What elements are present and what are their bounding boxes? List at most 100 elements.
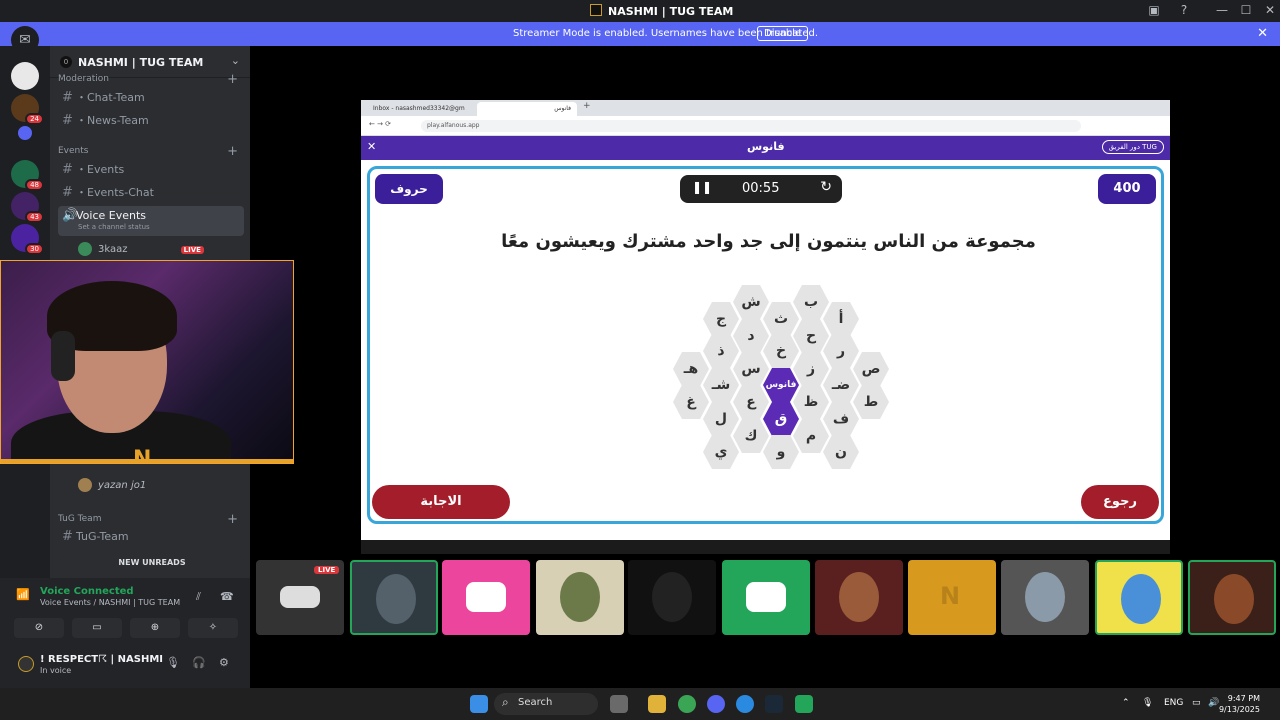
back-button[interactable]: رجوع <box>1081 485 1159 519</box>
hex-cell[interactable]: ف <box>823 402 859 436</box>
hex-cell[interactable]: م <box>793 419 829 453</box>
add-channel-icon[interactable]: + <box>227 72 238 87</box>
hex-cell[interactable]: هـ <box>673 352 709 386</box>
screen-share-button[interactable]: ▭ <box>72 618 122 638</box>
avatar[interactable] <box>18 656 34 672</box>
chrome-icon[interactable] <box>678 695 696 713</box>
network-icon[interactable]: ▭ <box>1192 698 1201 708</box>
participant-tile[interactable] <box>1188 560 1276 635</box>
hex-cell[interactable]: شـ <box>703 368 739 402</box>
voice-location[interactable]: Voice Events / NASHMI | TUG TEAM <box>40 598 180 607</box>
maximize-button[interactable]: ☐ <box>1236 3 1256 17</box>
hex-cell[interactable]: غ <box>673 385 709 419</box>
hex-cell[interactable]: ل <box>703 402 739 436</box>
channel-events-chat[interactable]: # ・Events-Chat <box>58 183 244 203</box>
camera-button[interactable]: ⊘ <box>14 618 64 638</box>
username[interactable]: ! RESPECT☈ | NASHMI <box>40 654 163 665</box>
add-channel-icon[interactable]: + <box>227 144 238 159</box>
hex-cell[interactable]: فانوس <box>763 368 799 402</box>
folder-icon[interactable] <box>18 126 32 140</box>
channel-tug-team[interactable]: # TuG-Team <box>58 527 244 547</box>
signal-icon[interactable]: 📶 <box>16 588 30 601</box>
minimize-button[interactable]: — <box>1212 3 1232 17</box>
hex-cell[interactable]: س <box>733 352 769 386</box>
disconnect-icon[interactable]: ☎ <box>220 590 234 603</box>
answer-button[interactable]: الاجابة <box>372 485 510 519</box>
hex-cell[interactable]: ث <box>763 302 799 336</box>
hex-cell[interactable]: ك <box>733 419 769 453</box>
hex-cell[interactable]: ن <box>823 435 859 469</box>
participant-tile[interactable] <box>536 560 624 635</box>
participant-tile[interactable] <box>350 560 438 635</box>
participant-tile[interactable] <box>722 560 810 635</box>
participant-tile[interactable]: N <box>908 560 996 635</box>
server-icon[interactable]: 48 <box>11 160 44 191</box>
taskbar-clock[interactable]: 9:47 PM 9/13/2025 <box>1219 693 1260 715</box>
channel-voice-events[interactable]: 🔊Voice Events Set a channel status <box>58 206 244 236</box>
add-channel-icon[interactable]: + <box>227 512 238 527</box>
hex-cell[interactable]: ج <box>703 302 739 336</box>
participant-tile[interactable] <box>1001 560 1089 635</box>
hex-cell[interactable]: ع <box>733 385 769 419</box>
hex-cell[interactable]: ي <box>703 435 739 469</box>
new-unreads-button[interactable]: NEW UNREADS <box>60 556 244 570</box>
hex-cell[interactable]: ظ <box>793 385 829 419</box>
hex-cell[interactable]: ضـ <box>823 368 859 402</box>
new-tab-icon[interactable]: + <box>583 101 591 111</box>
voice-user[interactable]: yazan jo1 <box>78 478 146 492</box>
close-icon[interactable]: ✕ <box>367 140 376 153</box>
hex-cell[interactable]: ز <box>793 352 829 386</box>
hex-cell[interactable]: ص <box>853 352 889 386</box>
headphones-icon[interactable]: 🎧 <box>192 656 206 669</box>
server-icon[interactable]: 43 <box>11 192 44 223</box>
channel-chat-team[interactable]: # ・Chat-Team <box>58 88 244 108</box>
activity-button[interactable]: ⊕ <box>130 618 180 638</box>
category-events[interactable]: Events <box>58 146 88 156</box>
server-icon[interactable] <box>11 62 39 90</box>
hex-cell[interactable]: و <box>763 435 799 469</box>
inbox-icon[interactable]: ▣ <box>1144 3 1164 17</box>
windows-start-icon[interactable] <box>470 695 488 713</box>
help-icon[interactable]: ? <box>1174 3 1194 17</box>
voice-connected-status[interactable]: Voice Connected <box>40 586 134 597</box>
webcam-overlay[interactable]: N <box>0 260 294 464</box>
hex-cell[interactable]: ش <box>733 285 769 319</box>
microphone-icon[interactable]: 🎙 <box>1142 698 1153 708</box>
server-icon[interactable]: 30 <box>11 224 44 255</box>
browser-icon[interactable] <box>736 695 754 713</box>
taskbar-search[interactable]: Search <box>494 693 598 715</box>
streamed-browser-window[interactable]: Inbox - nasashmed33342@gm فانوس + ← → ⟳ … <box>361 100 1170 540</box>
soundboard-button[interactable]: ✧ <box>188 618 238 638</box>
participant-tile[interactable] <box>628 560 716 635</box>
hex-cell[interactable]: ق <box>763 402 799 436</box>
hex-cell[interactable]: ح <box>793 319 829 353</box>
nav-arrows-icon[interactable]: ← → ⟳ <box>369 120 391 128</box>
active-app-icon[interactable] <box>795 695 813 713</box>
discord-icon[interactable] <box>707 695 725 713</box>
server-icon[interactable]: 24 <box>11 94 44 125</box>
category-tug-team[interactable]: TuG Team <box>58 514 101 524</box>
hex-cell[interactable]: أ <box>823 302 859 336</box>
disable-streamer-mode-button[interactable]: Disable <box>757 26 809 41</box>
file-explorer-icon[interactable] <box>648 695 666 713</box>
voice-user[interactable]: 3kaaz LIVE <box>78 242 204 256</box>
channel-news-team[interactable]: # ・News-Team <box>58 111 244 131</box>
app-icon[interactable] <box>610 695 628 713</box>
hex-cell[interactable]: ب <box>793 285 829 319</box>
noise-suppression-icon[interactable]: ⫽ <box>196 590 201 604</box>
close-banner-icon[interactable]: ✕ <box>1257 26 1268 41</box>
hex-cell[interactable]: ر <box>823 334 859 368</box>
browser-tab[interactable]: Inbox - nasashmed33342@gm <box>367 102 471 116</box>
close-window-button[interactable]: ✕ <box>1260 3 1280 17</box>
microphone-icon[interactable]: 🎙 <box>166 656 180 669</box>
steam-icon[interactable] <box>765 695 783 713</box>
hex-cell[interactable]: خ <box>763 334 799 368</box>
tray-chevron-icon[interactable]: ⌃ <box>1122 698 1130 708</box>
channel-status[interactable]: Set a channel status <box>78 222 150 232</box>
url-field[interactable]: play.alfanous.app <box>421 120 1081 132</box>
participant-tile[interactable] <box>442 560 530 635</box>
participant-tile[interactable] <box>815 560 903 635</box>
chevron-down-icon[interactable]: ⌄ <box>231 54 240 67</box>
category-moderation[interactable]: Moderation <box>58 74 109 84</box>
gear-icon[interactable]: ⚙ <box>219 656 229 669</box>
